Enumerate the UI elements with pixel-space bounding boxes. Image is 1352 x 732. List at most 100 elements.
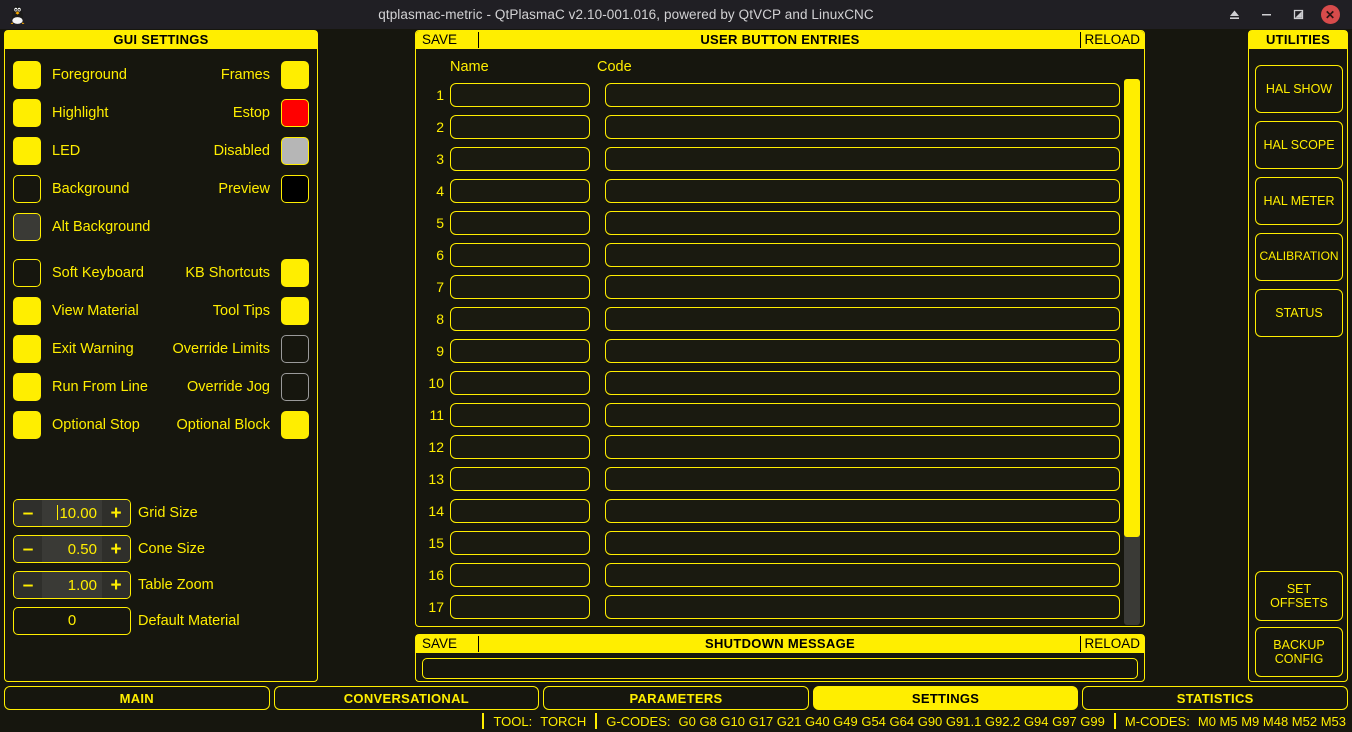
- user-buttons-scrollbar[interactable]: [1124, 79, 1140, 625]
- row-name-input[interactable]: [450, 115, 590, 139]
- row-code-input[interactable]: [605, 115, 1120, 139]
- row-code-input[interactable]: [605, 83, 1120, 107]
- checkbox-view-material[interactable]: [13, 297, 41, 325]
- checkbox-tool-tips[interactable]: [281, 297, 309, 325]
- row-code-input[interactable]: [605, 371, 1120, 395]
- swatch-led[interactable]: [13, 137, 41, 165]
- checkbox-row-kb-shortcuts[interactable]: KB Shortcuts: [185, 257, 309, 289]
- row-name-input[interactable]: [450, 531, 590, 555]
- checkbox-override-jog[interactable]: [281, 373, 309, 401]
- cone-size-decrement-icon[interactable]: –: [14, 536, 42, 562]
- row-name-input[interactable]: [450, 147, 590, 171]
- table-zoom-value[interactable]: 1.00: [42, 577, 102, 594]
- swatch-alt-background[interactable]: [13, 213, 41, 241]
- checkbox-row-override-limits[interactable]: Override Limits: [173, 333, 309, 365]
- grid-size-value[interactable]: 10.00: [42, 504, 102, 522]
- checkbox-row-optional-stop[interactable]: Optional Stop: [13, 409, 140, 441]
- checkbox-row-soft-keyboard[interactable]: Soft Keyboard: [13, 257, 144, 289]
- row-code-input[interactable]: [605, 403, 1120, 427]
- checkbox-row-view-material[interactable]: View Material: [13, 295, 139, 327]
- row-code-input[interactable]: [605, 307, 1120, 331]
- checkbox-optional-block[interactable]: [281, 411, 309, 439]
- row-name-input[interactable]: [450, 403, 590, 427]
- row-code-input[interactable]: [605, 147, 1120, 171]
- row-code-input[interactable]: [605, 211, 1120, 235]
- swatch-disabled[interactable]: [281, 137, 309, 165]
- row-code-input[interactable]: [605, 531, 1120, 555]
- hal-scope-button[interactable]: HAL SCOPE: [1255, 121, 1343, 169]
- user-buttons-reload-button[interactable]: RELOAD: [1084, 31, 1140, 49]
- color-row-preview[interactable]: Preview: [218, 173, 309, 205]
- close-button[interactable]: ✕: [1314, 0, 1346, 29]
- user-buttons-save-button[interactable]: SAVE: [422, 31, 457, 49]
- row-code-input[interactable]: [605, 499, 1120, 523]
- backup-config-button[interactable]: BACKUP CONFIG: [1255, 627, 1343, 677]
- row-name-input[interactable]: [450, 435, 590, 459]
- color-row-frames[interactable]: Frames: [221, 59, 309, 91]
- shutdown-save-button[interactable]: SAVE: [422, 635, 457, 653]
- color-row-led[interactable]: LED: [13, 135, 80, 167]
- row-code-input[interactable]: [605, 467, 1120, 491]
- cone-size-increment-icon[interactable]: +: [102, 536, 130, 562]
- checkbox-row-run-from-line[interactable]: Run From Line: [13, 371, 148, 403]
- shutdown-message-input[interactable]: [422, 658, 1138, 679]
- table-zoom-spinner[interactable]: – 1.00 +: [13, 571, 131, 599]
- hal-meter-button[interactable]: HAL METER: [1255, 177, 1343, 225]
- row-name-input[interactable]: [450, 275, 590, 299]
- eject-button[interactable]: [1218, 0, 1250, 29]
- row-name-input[interactable]: [450, 83, 590, 107]
- checkbox-row-override-jog[interactable]: Override Jog: [187, 371, 309, 403]
- checkbox-row-exit-warning[interactable]: Exit Warning: [13, 333, 134, 365]
- checkbox-run-from-line[interactable]: [13, 373, 41, 401]
- color-row-background[interactable]: Background: [13, 173, 129, 205]
- row-name-input[interactable]: [450, 307, 590, 331]
- row-name-input[interactable]: [450, 339, 590, 363]
- checkbox-soft-keyboard[interactable]: [13, 259, 41, 287]
- row-code-input[interactable]: [605, 275, 1120, 299]
- calibration-button[interactable]: CALIBRATION: [1255, 233, 1343, 281]
- row-code-input[interactable]: [605, 595, 1120, 619]
- swatch-estop[interactable]: [281, 99, 309, 127]
- grid-size-decrement-icon[interactable]: –: [14, 500, 42, 526]
- tab-main[interactable]: MAIN: [4, 686, 270, 710]
- color-row-foreground[interactable]: Foreground: [13, 59, 127, 91]
- row-code-input[interactable]: [605, 563, 1120, 587]
- grid-size-spinner[interactable]: – 10.00 +: [13, 499, 131, 527]
- shutdown-reload-button[interactable]: RELOAD: [1084, 635, 1140, 653]
- grid-size-increment-icon[interactable]: +: [102, 500, 130, 526]
- table-zoom-decrement-icon[interactable]: –: [14, 572, 42, 598]
- scrollbar-thumb[interactable]: [1124, 79, 1140, 537]
- tab-parameters[interactable]: PARAMETERS: [543, 686, 809, 710]
- cone-size-spinner[interactable]: – 0.50 +: [13, 535, 131, 563]
- swatch-background[interactable]: [13, 175, 41, 203]
- row-name-input[interactable]: [450, 563, 590, 587]
- tab-statistics[interactable]: STATISTICS: [1082, 686, 1348, 710]
- table-zoom-increment-icon[interactable]: +: [102, 572, 130, 598]
- swatch-frames[interactable]: [281, 61, 309, 89]
- minimize-button[interactable]: [1250, 0, 1282, 29]
- row-code-input[interactable]: [605, 435, 1120, 459]
- row-code-input[interactable]: [605, 243, 1120, 267]
- row-name-input[interactable]: [450, 179, 590, 203]
- tab-settings[interactable]: SETTINGS: [812, 686, 1079, 710]
- checkbox-override-limits[interactable]: [281, 335, 309, 363]
- checkbox-row-tool-tips[interactable]: Tool Tips: [213, 295, 309, 327]
- row-name-input[interactable]: [450, 211, 590, 235]
- row-name-input[interactable]: [450, 467, 590, 491]
- checkbox-optional-stop[interactable]: [13, 411, 41, 439]
- default-material-input[interactable]: 0: [13, 607, 131, 635]
- swatch-foreground[interactable]: [13, 61, 41, 89]
- color-row-estop[interactable]: Estop: [233, 97, 309, 129]
- status-button[interactable]: STATUS: [1255, 289, 1343, 337]
- row-name-input[interactable]: [450, 371, 590, 395]
- checkbox-kb-shortcuts[interactable]: [281, 259, 309, 287]
- cone-size-value[interactable]: 0.50: [42, 541, 102, 558]
- checkbox-exit-warning[interactable]: [13, 335, 41, 363]
- color-row-alt-background[interactable]: Alt Background: [13, 211, 150, 243]
- row-name-input[interactable]: [450, 499, 590, 523]
- color-row-highlight[interactable]: Highlight: [13, 97, 108, 129]
- row-name-input[interactable]: [450, 243, 590, 267]
- hal-show-button[interactable]: HAL SHOW: [1255, 65, 1343, 113]
- row-code-input[interactable]: [605, 339, 1120, 363]
- maximize-button[interactable]: [1282, 0, 1314, 29]
